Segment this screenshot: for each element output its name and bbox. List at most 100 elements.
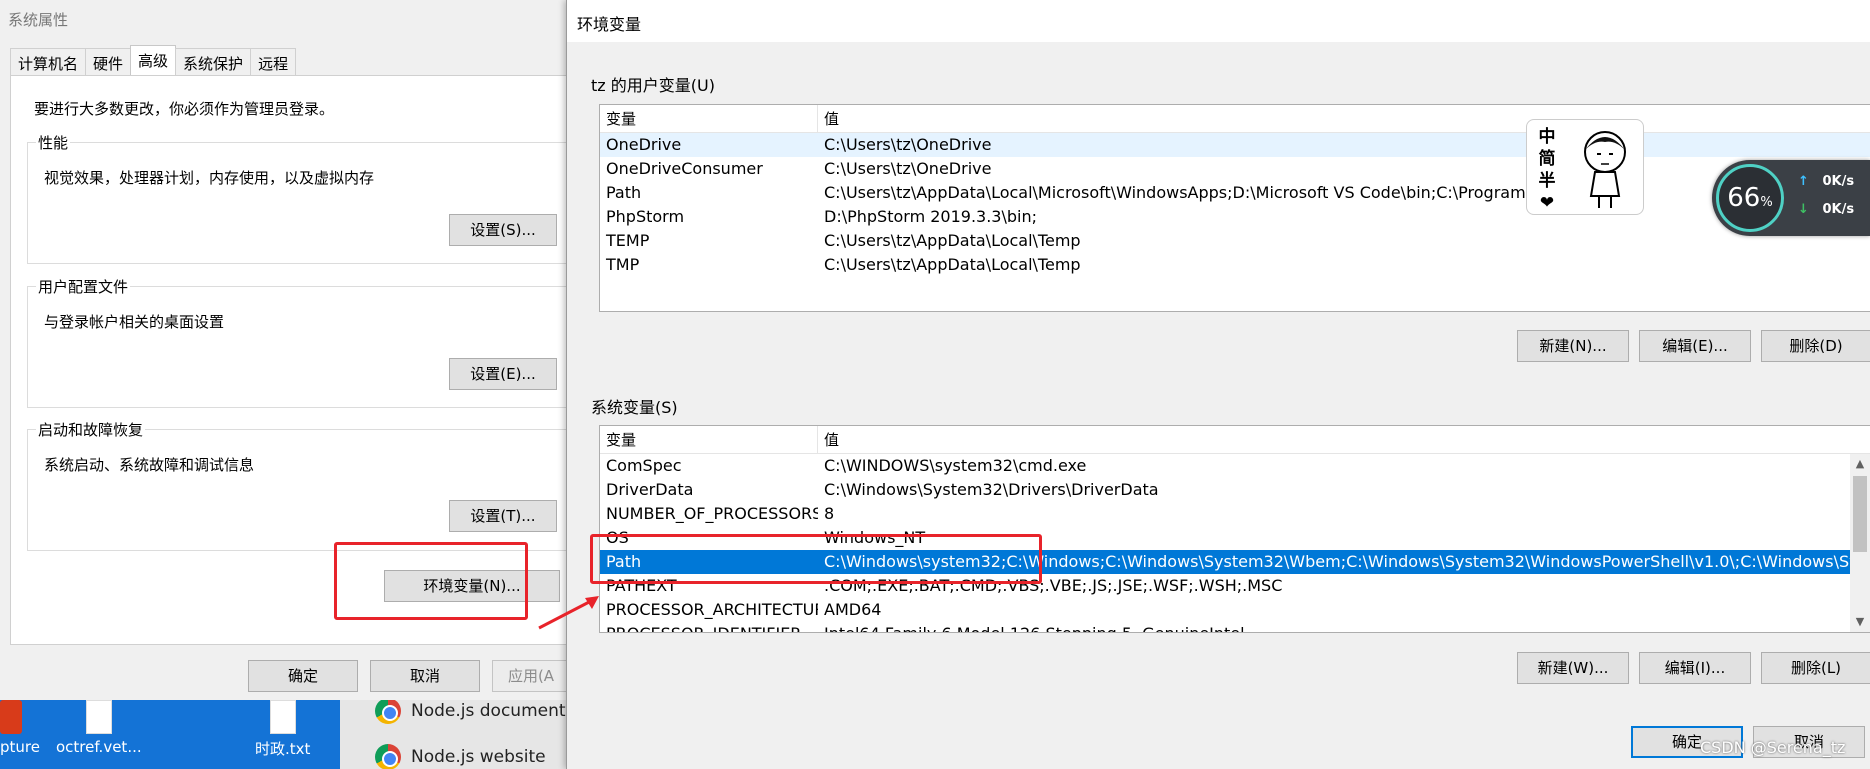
variable-name-cell: PROCESSOR_IDENTIFIER <box>600 622 818 632</box>
desktop-icon-shizheng[interactable]: 时政.txt <box>255 700 310 759</box>
group-description: 系统启动、系统故障和调试信息 <box>44 456 255 474</box>
variable-name-cell: ComSpec <box>606 456 682 475</box>
variable-name-cell: NUMBER_OF_PROCESSORS <box>606 504 818 523</box>
group-title: 启动和故障恢复 <box>36 419 146 440</box>
variable-name-cell: Path <box>606 183 642 202</box>
tab-hardware[interactable]: 硬件 <box>85 48 132 75</box>
startup-recovery-settings-button[interactable]: 设置(T)... <box>449 500 557 532</box>
performance-settings-button[interactable]: 设置(S)... <box>449 214 557 246</box>
system-delete-button[interactable]: 删除(L) <box>1761 652 1870 684</box>
table-row[interactable]: PROCESSOR_IDENTIFIERIntel64 Family 6 Mod… <box>600 622 1850 632</box>
user-new-button[interactable]: 新建(N)... <box>1517 330 1629 362</box>
column-header-value[interactable]: 值 <box>818 105 839 132</box>
variable-name-cell: DriverData <box>606 480 694 499</box>
taskbar-item-node-docs[interactable]: Node.js document <box>375 698 566 724</box>
table-row[interactable]: OneDriveConsumer C:\Users\tz\OneDrive <box>600 157 1870 181</box>
table-row[interactable]: TEMP C:\Users\tz\AppData\Local\Temp <box>600 229 1870 253</box>
user-variables-list[interactable]: 变量 值 OneDrive C:\Users\tz\OneDrive OneDriv… <box>599 104 1870 312</box>
heart-icon: ❤ <box>1539 193 1555 213</box>
variable-name-cell: OneDriveConsumer <box>606 159 763 178</box>
variable-name-cell: PROCESSOR_ARCHITECTURE <box>606 600 818 619</box>
scroll-thumb[interactable] <box>1853 476 1867 552</box>
variable-value-cell: C:\Users\tz\OneDrive <box>824 135 992 154</box>
app-icon <box>0 700 22 734</box>
system-new-button[interactable]: 新建(W)... <box>1517 652 1629 684</box>
desktop-icon-octref[interactable]: octref.vet... <box>56 700 142 756</box>
variable-value-cell: Intel64 Family 6 Model 126 Stepping 5, G… <box>818 622 1850 632</box>
tab-strip: 计算机名 硬件 高级 系统保护 远程 <box>10 45 297 76</box>
window-title: 系统属性 <box>8 11 69 29</box>
system-variables-list[interactable]: 变量 值 ComSpec C:\WINDOWS\system32\cmd.exe D… <box>599 425 1870 633</box>
variable-value-cell: 8 <box>824 504 835 523</box>
taskbar-item-node-website[interactable]: Node.js website <box>375 744 546 769</box>
variable-value-cell: C:\Users\tz\OneDrive <box>824 159 992 178</box>
group-description: 与登录帐户相关的桌面设置 <box>44 313 225 331</box>
scroll-up-icon[interactable]: ▲ <box>1850 454 1870 474</box>
vertical-scrollbar[interactable]: ▲ ▼ <box>1850 454 1870 632</box>
user-variable-rows: OneDrive C:\Users\tz\OneDrive OneDriveCons… <box>600 133 1870 277</box>
variable-value-cell: D:\PhpStorm 2019.3.3\bin; <box>824 207 1038 226</box>
group-title: 用户配置文件 <box>36 276 131 297</box>
variable-value-cell: C:\Windows\System32\Drivers\DriverData <box>824 480 1159 499</box>
tab-system-protection[interactable]: 系统保护 <box>175 48 252 75</box>
user-profiles-settings-button[interactable]: 设置(E)... <box>449 358 557 390</box>
variable-value-cell: C:\Users\tz\AppData\Local\Temp <box>824 255 1081 274</box>
ok-button[interactable]: 确定 <box>248 660 358 692</box>
tab-advanced[interactable]: 高级 <box>130 45 177 75</box>
user-edit-button[interactable]: 编辑(E)... <box>1639 330 1751 362</box>
table-row[interactable]: NUMBER_OF_PROCESSORS 8 <box>600 502 1850 526</box>
user-delete-button[interactable]: 删除(D) <box>1761 330 1870 362</box>
ime-mode-chars: 中 简 半 ❤ <box>1535 126 1559 214</box>
admin-note: 要进行大多数更改，你必须作为管理员登录。 <box>34 100 335 118</box>
variable-name-cell: OneDrive <box>606 135 682 154</box>
desktop-icon-capture[interactable]: pture <box>0 700 40 756</box>
system-edit-button[interactable]: 编辑(I)... <box>1639 652 1751 684</box>
dialog-title: 环境变量 <box>577 15 642 34</box>
annotation-arrow-icon <box>538 596 599 630</box>
variable-name-cell: PhpStorm <box>606 207 685 226</box>
tab-computer-name[interactable]: 计算机名 <box>10 48 87 75</box>
startup-recovery-group: 启动和故障恢复 系统启动、系统故障和调试信息 <box>27 419 577 551</box>
apply-button[interactable]: 应用(A <box>492 660 570 692</box>
table-row[interactable]: DriverData C:\Windows\System32\Drivers\Dr… <box>600 478 1850 502</box>
cancel-button[interactable]: 取消 <box>370 660 480 692</box>
table-row[interactable]: ComSpec C:\WINDOWS\system32\cmd.exe <box>600 454 1850 478</box>
group-description: 视觉效果，处理器计划，内存使用，以及虚拟内存 <box>44 169 375 187</box>
watermark: CSDN @Serena_tz <box>1700 738 1846 757</box>
user-variables-label: tz 的用户变量(U) <box>591 76 715 95</box>
upload-arrow-icon: ↑ <box>1798 174 1809 189</box>
chrome-icon <box>375 698 401 724</box>
title-bar: 环境变量 <box>567 0 1870 42</box>
system-variables-label: 系统变量(S) <box>591 398 678 417</box>
network-speed-widget[interactable]: 66% ↑ 0K/s ↓ 0K/s <box>1712 160 1870 236</box>
text-file-icon <box>269 700 296 734</box>
list-header: 变量 值 <box>600 426 1870 454</box>
table-row[interactable]: PhpStorm D:\PhpStorm 2019.3.3\bin; <box>600 205 1870 229</box>
table-row[interactable]: PROCESSOR_ARCHITECTURE AMD64 <box>600 598 1850 622</box>
column-header-value[interactable]: 值 <box>818 426 839 453</box>
upload-speed: ↑ 0K/s <box>1798 174 1855 189</box>
file-icon <box>85 700 112 734</box>
usage-gauge: 66% <box>1716 164 1784 232</box>
column-header-name[interactable]: 变量 <box>600 105 818 132</box>
tab-remote[interactable]: 远程 <box>250 48 297 75</box>
variable-name-cell: TMP <box>606 255 640 274</box>
list-header: 变量 值 <box>600 105 1870 133</box>
table-row[interactable]: TMP C:\Users\tz\AppData\Local\Temp <box>600 253 1870 277</box>
ime-status-badge[interactable]: 中 简 半 ❤ <box>1526 119 1644 215</box>
variable-value-cell: AMD64 <box>824 600 882 619</box>
group-title: 性能 <box>36 132 71 153</box>
table-row[interactable]: Path C:\Users\tz\AppData\Local\Microsoft\… <box>600 181 1870 205</box>
scroll-down-icon[interactable]: ▼ <box>1850 612 1870 632</box>
environment-variables-dialog: 环境变量 tz 的用户变量(U) 变量 值 OneDrive C:\Users\t… <box>566 0 1870 769</box>
table-row[interactable]: OneDrive C:\Users\tz\OneDrive <box>600 133 1870 157</box>
cartoon-girl-icon <box>1584 131 1626 208</box>
variable-value-cell: C:\WINDOWS\system32\cmd.exe <box>824 456 1087 475</box>
chrome-icon <box>375 744 401 769</box>
download-speed: ↓ 0K/s <box>1798 202 1855 217</box>
column-header-name[interactable]: 变量 <box>600 426 818 453</box>
annotation-highlight-env-button <box>334 542 528 620</box>
download-arrow-icon: ↓ <box>1798 202 1809 217</box>
variable-name-cell: TEMP <box>606 231 650 250</box>
variable-value-cell: C:\Users\tz\AppData\Local\Temp <box>824 231 1081 250</box>
